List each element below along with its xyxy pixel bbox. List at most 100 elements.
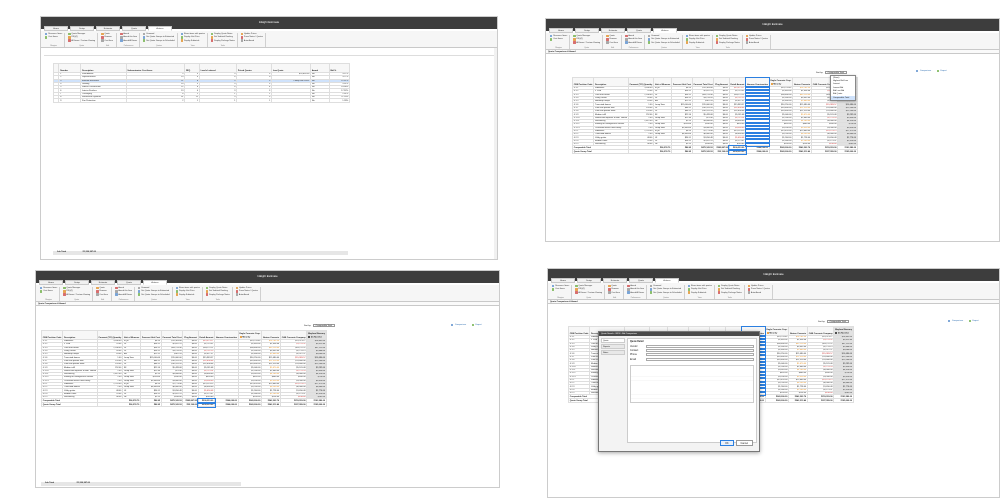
grid-column-header[interactable]: Eagle Concrete Corp. Minority [768,77,794,87]
ribbon-button[interactable]: Set Subtotal Ranking [717,288,742,291]
sort-dropdown[interactable]: (None) Highest Bid Low Lowest Lowest Bid Bid… [830,75,856,101]
tab-actions[interactable]: Actions [148,26,172,31]
ribbon-button[interactable]: All Items / Custom Viewing [63,293,90,296]
ribbon-button[interactable]: All Items / Custom Viewing [68,39,95,42]
ribbon-button[interactable]: Set Quote Groups to Estimated [138,290,170,293]
dialog-field-input[interactable] [646,345,754,348]
tab-actions[interactable]: Actions [143,280,167,285]
ribbon-button[interactable]: Award All Items [625,41,642,44]
ribbon-button[interactable]: Display Package Notes [210,39,235,42]
tab-estimate[interactable]: Estimate [603,278,627,283]
ribbon-button[interactable]: Press Notes / Quotes [745,38,768,41]
column-header[interactable]: Description [80,63,127,73]
ribbon-button[interactable]: Cost Item [608,291,621,294]
ribbon-button[interactable]: Set Quote Groups to Scheduled [650,291,682,294]
grid-column-header[interactable]: Unit of Measure [653,77,673,87]
grid-column-header[interactable]: CBS Position Code [40,330,64,340]
ribbon-button[interactable]: Award All Items [115,293,132,296]
cancel-button[interactable]: Cancel [735,440,753,446]
ribbon-button[interactable]: Quote Manager [68,33,95,36]
ribbon-button[interactable]: Award this Item [115,290,132,293]
ribbon-button[interactable]: All Items / Custom Viewing [573,41,600,44]
ribbon-button[interactable]: Display Subtotals [175,293,200,296]
ribbon-button[interactable]: Award All Items [120,39,137,42]
grid-column-header[interactable]: Forecast Total Cost [691,77,715,87]
grid-column-header[interactable]: CBS Position Code [567,326,591,336]
tab-home[interactable]: Home [44,26,68,31]
ribbon-button[interactable]: Set Quote Groups to Scheduled [143,39,175,42]
ribbon-button[interactable]: Quote [96,287,109,290]
column-header[interactable]: Number [58,63,82,73]
column-header[interactable]: Award [310,63,330,73]
sort-select[interactable]: Comparable Total [826,320,849,324]
ribbon-button[interactable]: Award this Item [627,288,644,291]
grid-column-header[interactable]: Eagle Concrete Corp. Minority [237,330,263,340]
dialog-tab[interactable]: Notes [601,350,625,355]
comparison-link[interactable]: Comparison [455,324,466,326]
ribbon-button[interactable]: Quote Manager [63,287,90,290]
ribbon-button[interactable]: Cost Item [606,41,619,44]
grid-column-header[interactable]: Norton Concrete [261,330,281,340]
column-header[interactable]: Levels Lettered [198,63,238,73]
ribbon-button[interactable]: RFQ(1) [68,36,95,39]
grid-column-header[interactable]: Forecast (T/O) Quantity [627,77,655,87]
dialog-field-input[interactable] [646,353,754,357]
column-header[interactable]: RFQ [184,63,200,73]
grid-column-header[interactable]: Plug Amount [713,77,730,87]
ribbon-button[interactable]: Cost Items [552,288,569,291]
dialog-tab[interactable]: Reports [601,344,625,349]
column-header[interactable]: Subcontractor Cost Items [125,63,186,73]
grid-column-header[interactable]: Description [62,330,98,340]
grid-column-header[interactable]: Mayhew MasonryDo Not Use [306,330,327,340]
dropdown-option[interactable]: Comparable Total [831,96,855,100]
dialog-field-input[interactable] [646,357,754,361]
ribbon-button[interactable]: Set Quote Groups to Scheduled [648,41,680,44]
tab-setup[interactable]: Setup [70,26,94,31]
ribbon-button[interactable]: Display Unit Price [687,288,712,291]
tab-quote[interactable]: Quote [122,26,146,31]
ribbon-button[interactable]: Cost Items [45,36,62,39]
grid-column-header[interactable]: Detail Amount [197,330,216,340]
column-header[interactable]: Low Quote [271,63,312,73]
tab-setup[interactable]: Setup [575,28,599,33]
ribbon-button[interactable]: Set Subtotal Ranking [210,36,235,39]
dialog-tab[interactable]: Quote [601,338,625,343]
ribbon-button[interactable]: RFQ(1) [63,290,90,293]
ribbon-button[interactable]: Display Package Notes [717,291,742,294]
tab-estimate[interactable]: Estimate [601,28,625,33]
tab-estimate[interactable]: Estimate [96,26,120,31]
export-link[interactable]: Export [941,70,947,72]
ribbon-button[interactable]: Auto Award [747,291,770,294]
ribbon-button[interactable]: Display Subtotals [687,291,712,294]
doc-tab-quote-comparison[interactable]: Quote Comparison & Award [36,302,499,306]
sort-select[interactable]: Comparable Total [824,71,847,75]
grid-column-header[interactable]: Forecast Unit Cost [671,77,693,87]
tab-setup[interactable]: Setup [65,280,89,285]
ok-button[interactable]: OK [720,440,734,446]
ribbon-button[interactable]: Press Notes / Quotes [747,288,770,291]
ribbon-button[interactable]: Quote Manager [573,35,600,38]
ribbon-button[interactable]: Display Unit Price [180,36,205,39]
ribbon-button[interactable]: Display Package Notes [205,293,230,296]
tab-estimate[interactable]: Estimate [91,280,115,285]
grid-column-header[interactable]: Forecast Total Cost [160,330,184,340]
ribbon-button[interactable]: Press Notes / Quotes [240,36,263,39]
ribbon-button[interactable]: Cost Items [40,290,57,293]
column-header[interactable]: Bid % [328,63,351,73]
ribbon-button[interactable]: Award All Items [627,291,644,294]
ribbon-button[interactable]: Display Unit Price [175,290,200,293]
grid-column-header[interactable]: Norton Concrete [788,326,808,336]
table-row[interactable]: 9 Fire Protection 2 1 1 1 No 1.28% [52,98,351,103]
tab-home[interactable]: Home [549,28,573,33]
ribbon-button[interactable]: Auto Award [235,293,258,296]
vertical-scrollbar[interactable] [494,48,497,259]
export-link[interactable]: Export [476,324,482,326]
ribbon-button[interactable]: Display Unit Price [685,38,710,41]
ribbon-button[interactable]: Quote [608,285,621,288]
ribbon-button[interactable]: RFQ(1) [573,38,600,41]
ribbon-button[interactable]: Quote Manager [575,285,602,288]
grid-column-header[interactable]: Unit of Measure [122,330,142,340]
grid-column-header[interactable]: Norton Concrete [792,77,812,87]
grid-column-header[interactable]: Description [593,77,629,87]
ribbon-button[interactable]: Set Quote Groups to Estimated [143,36,175,39]
